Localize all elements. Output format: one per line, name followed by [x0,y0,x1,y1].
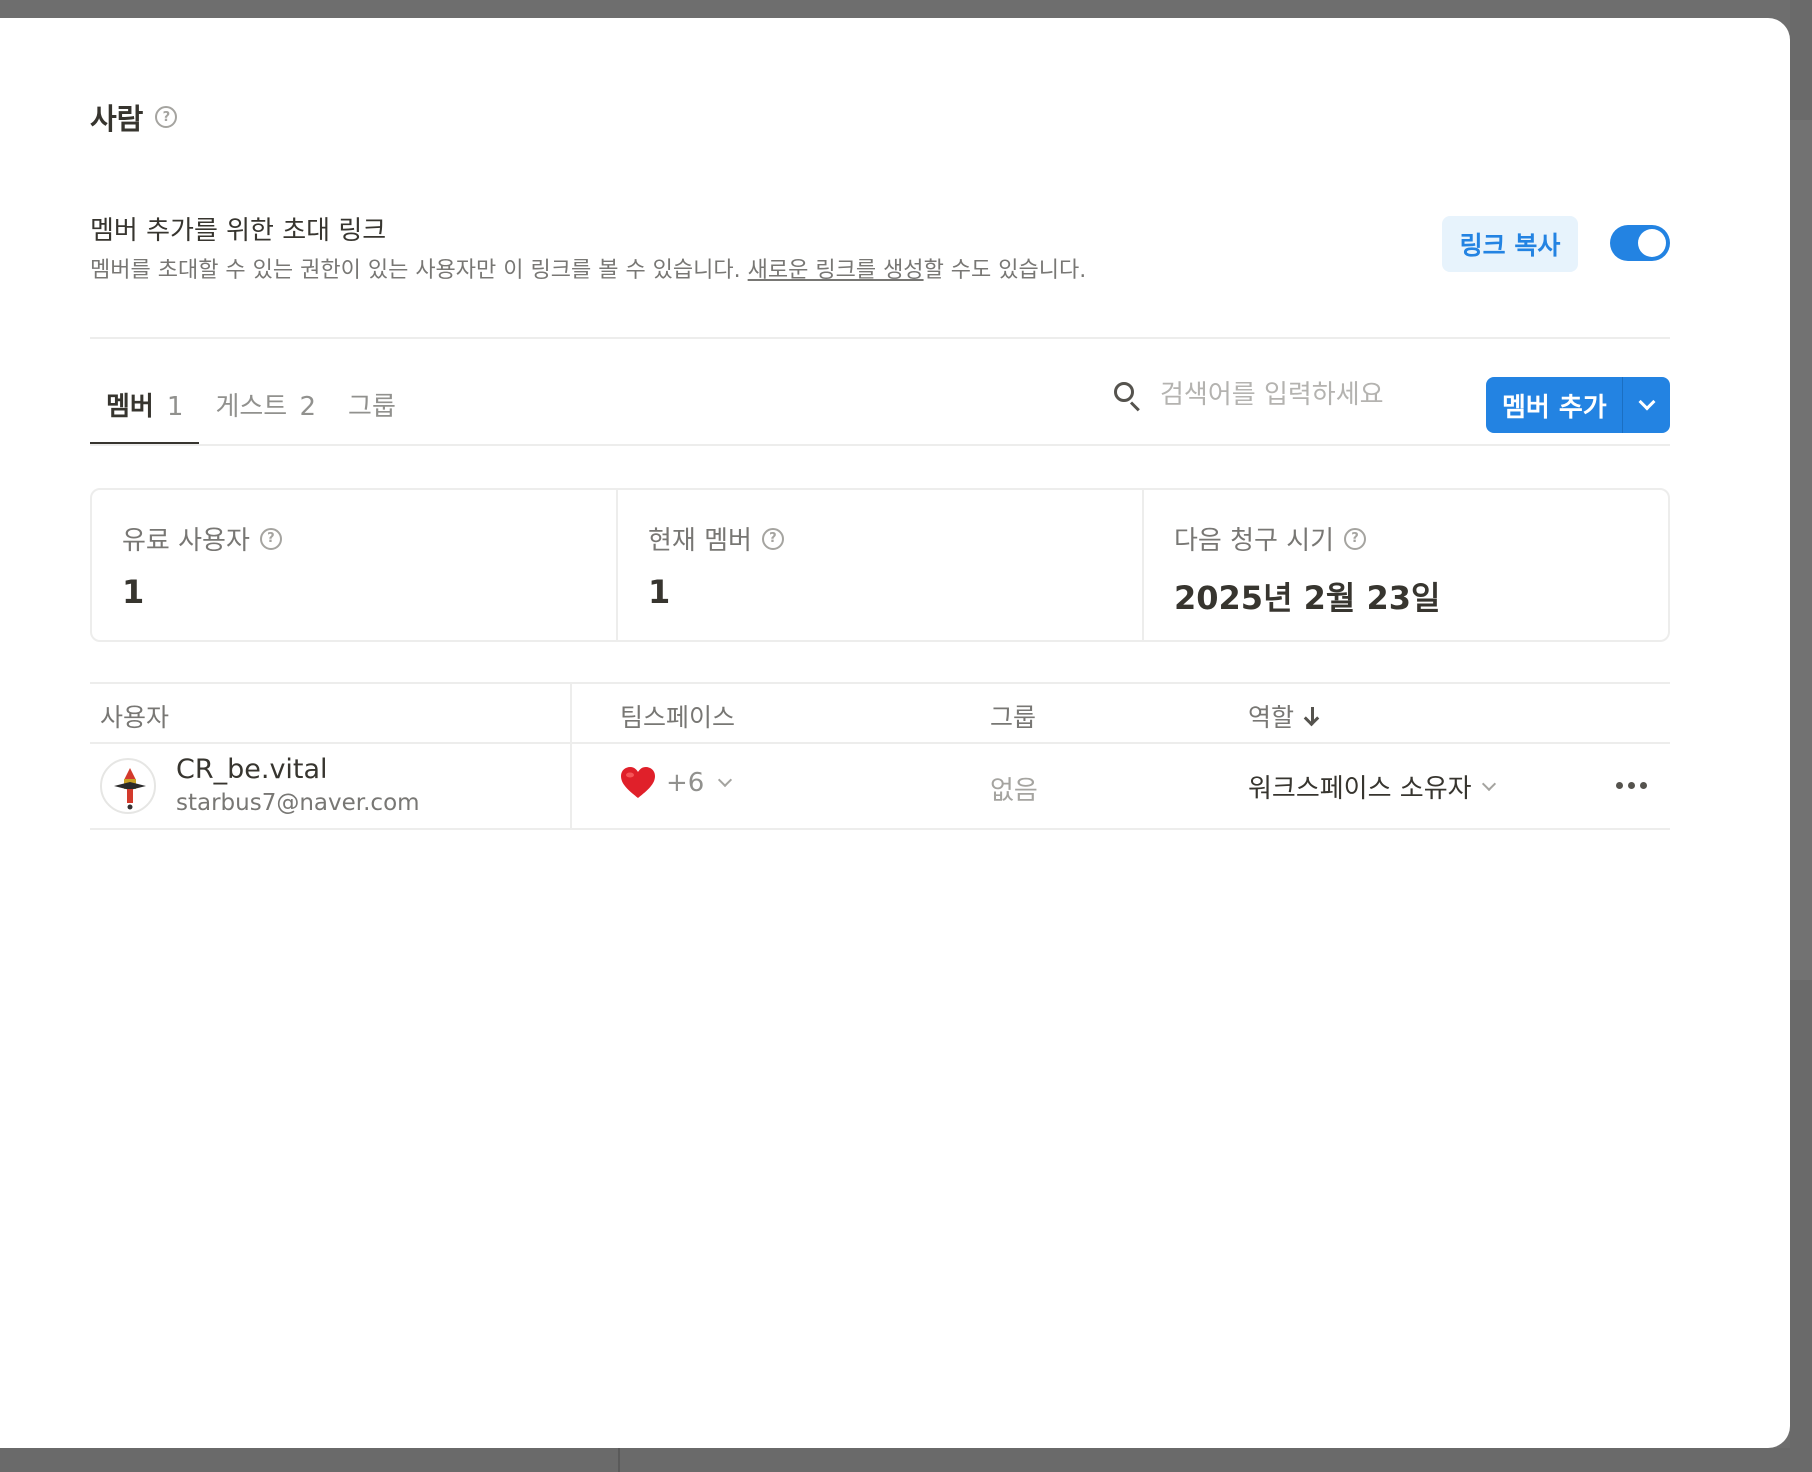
stat-value: 1 [122,573,145,611]
toggle-knob [1638,229,1666,257]
search-input[interactable] [1160,380,1400,410]
search-bar [1112,380,1400,412]
settings-modal: 사람 ? 멤버 추가를 위한 초대 링크 멤버를 초대할 수 있는 권한이 있는… [0,18,1790,1448]
heart-icon [621,767,655,798]
stat-label: 현재 멤버? [648,520,1112,557]
tab-label: 멤버 [106,392,154,422]
help-icon[interactable]: ? [259,527,282,550]
role-label: 워크스페이스 소유자 [1248,774,1472,804]
tab-label: 그룹 [348,392,396,422]
people-tabs: 멤버 1 게스트 2 그룹 [90,380,412,445]
role-dropdown[interactable]: 워크스페이스 소유자 [1248,768,1496,805]
add-member-button[interactable]: 멤버 추가 [1486,377,1670,433]
invite-desc-prefix: 멤버를 초대할 수 있는 권한이 있는 사용자만 이 링크를 볼 수 있습니다. [90,258,748,283]
backdrop-right [1790,0,1812,1472]
page-title-row: 사람 ? [90,96,178,138]
tab-guests[interactable]: 게스트 2 [199,380,332,445]
stat-next-billing: 다음 청구 시기? 2025년 2월 23일 [1144,490,1668,640]
stat-label: 유료 사용자? [122,520,586,557]
chevron-down-icon [1638,393,1655,411]
header-role-label: 역할 [1248,703,1295,732]
invite-desc-suffix: 할 수도 있습니다. [923,258,1087,283]
tab-groups[interactable]: 그룹 [332,380,412,445]
table-header: 사용자 팀스페이스 그룹 역할 [90,682,1670,744]
stat-label-text: 현재 멤버 [648,526,752,556]
add-member-dropdown[interactable] [1623,393,1670,411]
header-teamspace[interactable]: 팀스페이스 [620,698,735,734]
help-icon[interactable]: ? [155,106,178,128]
search-icon[interactable] [1112,380,1142,412]
section-divider [90,337,1670,339]
group-cell: 없음 [990,776,1038,806]
page-title: 사람 [90,102,144,136]
sort-arrow-down-icon [1303,705,1320,727]
stat-paid-users: 유료 사용자? 1 [92,490,618,640]
tab-members[interactable]: 멤버 1 [90,380,200,445]
stat-current-members: 현재 멤버? 1 [618,490,1144,640]
teamspace-cell[interactable]: +6 [620,766,733,800]
header-group[interactable]: 그룹 [990,698,1036,734]
generate-new-link[interactable]: 새로운 링크를 생성 [748,258,924,283]
tab-count: 2 [299,392,317,422]
invite-link-title: 멤버 추가를 위한 초대 링크 [90,216,387,246]
help-icon[interactable]: ? [761,527,784,550]
help-icon[interactable]: ? [1344,527,1367,550]
chevron-down-icon [718,772,733,788]
stat-value: 1 [648,573,671,611]
stats-panel: 유료 사용자? 1 현재 멤버? 1 다음 청구 시기? 2025년 2월 23… [90,488,1670,642]
add-member-label[interactable]: 멤버 추가 [1486,387,1622,424]
more-options-icon[interactable] [1616,782,1647,789]
invite-link-toggle[interactable] [1610,225,1670,261]
copy-link-button[interactable]: 링크 복사 [1442,216,1578,272]
stat-label-text: 다음 청구 시기 [1174,526,1335,556]
teamspace-extra-count: +6 [666,768,705,798]
chevron-down-icon [1481,776,1496,791]
invite-link-description: 멤버를 초대할 수 있는 권한이 있는 사용자만 이 링크를 볼 수 있습니다.… [90,252,1086,284]
tab-count: 1 [166,392,184,422]
tabs-divider [90,444,1670,446]
user-name: CR_be.vital [176,754,328,785]
stat-value: 2025년 2월 23일 [1174,579,1441,617]
tab-label: 게스트 [215,392,288,422]
avatar [100,758,156,814]
members-table: 사용자 팀스페이스 그룹 역할 CR_be.vital starbus7@nav… [90,682,1670,830]
table-row[interactable]: CR_be.vital starbus7@naver.com +6 없음 워크스… [90,744,1670,830]
stat-label-text: 유료 사용자 [122,526,250,556]
header-user[interactable]: 사용자 [100,698,169,734]
user-email: starbus7@naver.com [176,790,420,816]
header-role[interactable]: 역할 [1248,698,1320,734]
backdrop-bottom [0,1448,1812,1472]
stat-label: 다음 청구 시기? [1174,520,1638,557]
